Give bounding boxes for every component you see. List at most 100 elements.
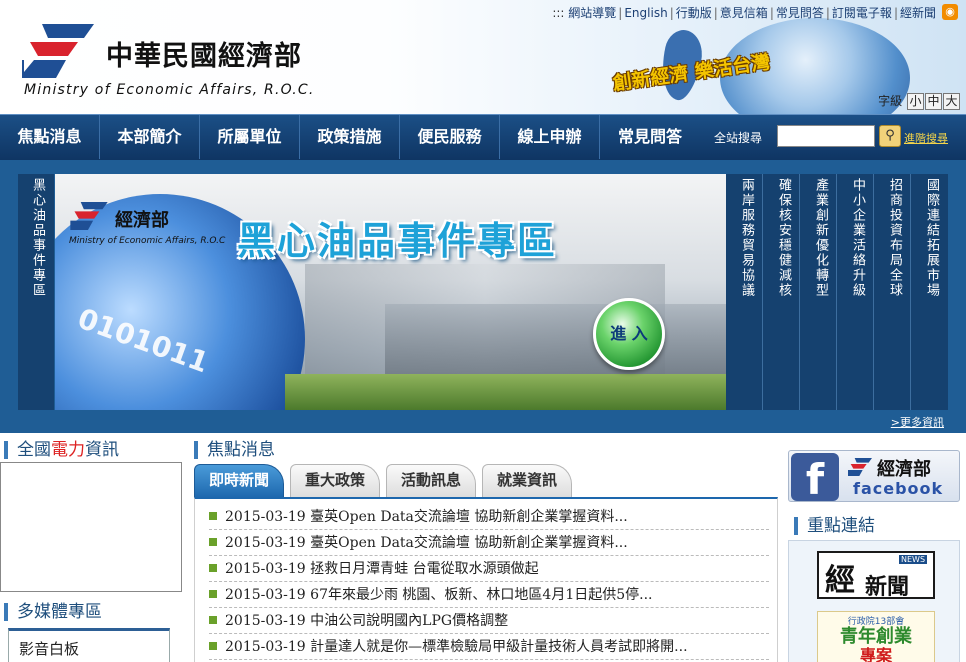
ministry-logo-small-icon: [848, 458, 872, 476]
topic-link-label: 產業創新優化轉型: [813, 178, 828, 298]
banner-topic-links: 兩岸服務貿易協議 確保核安穩健減核 產業創新優化轉型 中小企業活絡升級 招商投資…: [726, 174, 948, 410]
font-size-small-button[interactable]: 小: [907, 93, 924, 110]
news-item-text: 2015-03-19 中油公司說明國內LPG價格調整: [225, 613, 509, 629]
news-item[interactable]: 2015-03-19 計量達人就是你—標準檢驗局甲級計量技術人員考試即將開...: [209, 634, 769, 660]
banner-ministry-cn: 經濟部: [115, 210, 169, 231]
search-label: 全站搜尋: [714, 131, 763, 145]
news-logo-big: 經: [825, 563, 855, 598]
power-title-part: 資訊: [85, 440, 119, 460]
tab-major-policies[interactable]: 重大政策: [290, 464, 381, 498]
topic-link-industry[interactable]: 產業創新優化轉型: [800, 174, 837, 410]
banner-ministry-logo-icon: [70, 202, 108, 230]
top-links-prefix: :::: [552, 6, 565, 20]
key-links-title: 重點連結: [794, 517, 875, 535]
main-nav: 焦點消息 本部簡介 所屬單位 政策措施 便民服務 線上申辦 常見問答 全站搜尋 …: [0, 114, 966, 160]
news-logo-small: 新聞: [865, 575, 910, 600]
economic-news-link[interactable]: 經 新聞 NEWS: [817, 551, 935, 600]
top-links: ::: 網站導覽 | English | 行動版 | 意見信箱 | 常見問答 | 訂閱電子報 | 經新聞: [552, 6, 936, 20]
news-item-text: 2015-03-19 拯救日月潭青蛙 台電從取水源頭做起: [225, 561, 539, 577]
site-title-en: Ministry of Economic Affairs, R.O.C.: [24, 82, 315, 98]
youth-logo-line2: 青年創業: [840, 626, 912, 647]
power-title-highlight: 電力: [51, 440, 85, 460]
power-info-widget[interactable]: [0, 462, 182, 592]
topic-link-investment[interactable]: 招商投資布局全球: [874, 174, 911, 410]
search-icon[interactable]: ⚲: [879, 125, 901, 147]
facebook-banner[interactable]: f 經濟部 facebook: [788, 450, 960, 504]
bullet-icon: [209, 512, 217, 520]
banner-ministry-en: Ministry of Economic Affairs, R.O.C: [69, 236, 226, 246]
banner-title: 黑心油品事件專區: [237, 219, 558, 263]
focus-news-title: 焦點消息: [194, 441, 275, 459]
news-item[interactable]: 2015-03-19 臺英Open Data交流論壇 協助新創企業掌握資料...: [209, 530, 769, 556]
news-item-text: 2015-03-19 計量達人就是你—標準檢驗局甲級計量技術人員考試即將開...: [225, 639, 688, 655]
top-link-mobile[interactable]: 行動版: [676, 6, 712, 20]
youth-logo-line3: 專案: [859, 646, 892, 662]
news-item-text: 2015-03-19 67年來最少雨 桃園、板新、林口地區4月1日起供5停...: [225, 587, 653, 603]
youth-startup-link[interactable]: 行政院13部會 青年創業 專案: [817, 611, 935, 662]
banner-enter-button[interactable]: 進 入: [593, 298, 665, 370]
topic-link-sme[interactable]: 中小企業活絡升級: [837, 174, 874, 410]
news-logo-tag: NEWS: [899, 555, 928, 564]
top-link-feedback[interactable]: 意見信箱: [720, 6, 768, 20]
topic-link-label: 招商投資布局全球: [887, 178, 902, 298]
topic-link-label: 兩岸服務貿易協議: [739, 178, 754, 298]
font-size-large-button[interactable]: 大: [943, 93, 960, 110]
news-item[interactable]: 2015-03-19 拯救日月潭青蛙 台電從取水源頭做起: [209, 556, 769, 582]
top-link-economic-news[interactable]: 經新聞: [900, 6, 936, 20]
bullet-icon: [209, 564, 217, 572]
topic-link-nuclear[interactable]: 確保核安穩健減核: [763, 174, 800, 410]
power-title-part: 全國: [17, 440, 51, 460]
font-size-label: 字級: [878, 94, 903, 108]
top-link-english[interactable]: English: [624, 6, 667, 20]
power-info-title: 全國電力資訊: [4, 441, 119, 459]
nav-item-units[interactable]: 所屬單位: [200, 115, 300, 159]
nav-item-faq[interactable]: 常見問答: [600, 115, 700, 159]
search-input[interactable]: [777, 125, 875, 147]
nav-item-about[interactable]: 本部簡介: [100, 115, 200, 159]
rss-icon[interactable]: ◉: [942, 4, 958, 20]
facebook-banner-cn: 經濟部: [877, 459, 931, 480]
media-item-label: 影音白板: [19, 640, 80, 658]
tab-activities[interactable]: 活動訊息: [386, 464, 477, 498]
media-section-title: 多媒體專區: [4, 603, 102, 621]
bullet-icon: [209, 642, 217, 650]
news-item-text: 2015-03-19 臺英Open Data交流論壇 協助新創企業掌握資料...: [225, 535, 628, 551]
site-header: 創新經濟 樂活台灣 中華民國經濟部 Ministry of Economic A…: [0, 0, 966, 114]
news-item[interactable]: 2015-03-19 臺英Open Data交流論壇 協助新創企業掌握資料...: [209, 504, 769, 530]
banner-left-label: 黑心油品事件專區: [30, 178, 45, 298]
nav-item-focus-news[interactable]: 焦點消息: [0, 115, 100, 159]
news-tabs: 即時新聞 重大政策 活動訊息 就業資訊: [194, 464, 578, 498]
news-item[interactable]: 2015-03-19 中油公司說明國內LPG價格調整: [209, 608, 769, 634]
news-panel: 2015-03-19 臺英Open Data交流論壇 協助新創企業掌握資料...…: [194, 497, 778, 662]
news-item[interactable]: 2015-03-19 67年來最少雨 桃園、板新、林口地區4月1日起供5停...: [209, 582, 769, 608]
featured-banner[interactable]: 0101011 經濟部 Ministry of Economic Affairs…: [55, 174, 726, 410]
banner-trees-image: [285, 374, 726, 410]
tab-instant-news[interactable]: 即時新聞: [194, 464, 285, 498]
nav-item-policies[interactable]: 政策措施: [300, 115, 400, 159]
top-link-newsletter[interactable]: 訂閱電子報: [832, 6, 892, 20]
topic-link-label: 確保核安穩健減核: [776, 178, 791, 298]
top-link-sitemap[interactable]: 網站導覽: [568, 6, 616, 20]
nav-item-online-apply[interactable]: 線上申辦: [500, 115, 600, 159]
facebook-icon: f: [791, 453, 839, 504]
top-link-faq[interactable]: 常見問答: [776, 6, 824, 20]
font-size-medium-button[interactable]: 中: [925, 93, 942, 110]
topic-link-label: 國際連結拓展市場: [924, 178, 939, 298]
bullet-icon: [209, 538, 217, 546]
ministry-logo-icon[interactable]: [22, 24, 94, 78]
nav-item-services[interactable]: 便民服務: [400, 115, 500, 159]
tab-employment[interactable]: 就業資訊: [482, 464, 573, 498]
banner-area: 黑心油品事件專區 0101011 經濟部 Ministry of Economi…: [0, 160, 966, 433]
more-info-link[interactable]: >更多資訊: [891, 414, 944, 430]
font-size-control: 字級 小中大: [878, 92, 960, 110]
banner-left-link[interactable]: 黑心油品事件專區: [18, 174, 54, 410]
bullet-icon: [209, 590, 217, 598]
media-item-video-board[interactable]: 影音白板: [8, 628, 170, 662]
news-item-text: 2015-03-19 臺英Open Data交流論壇 協助新創企業掌握資料...: [225, 509, 628, 525]
site-title-cn[interactable]: 中華民國經濟部: [106, 34, 302, 73]
key-links-panel: 經 新聞 NEWS 行政院13部會 青年創業 專案: [788, 540, 960, 662]
topic-link-cross-strait[interactable]: 兩岸服務貿易協議: [726, 174, 763, 410]
advanced-search-link[interactable]: 進階搜尋: [904, 130, 948, 146]
topic-link-label: 中小企業活絡升級: [850, 178, 865, 298]
topic-link-international[interactable]: 國際連結拓展市場: [911, 174, 948, 410]
